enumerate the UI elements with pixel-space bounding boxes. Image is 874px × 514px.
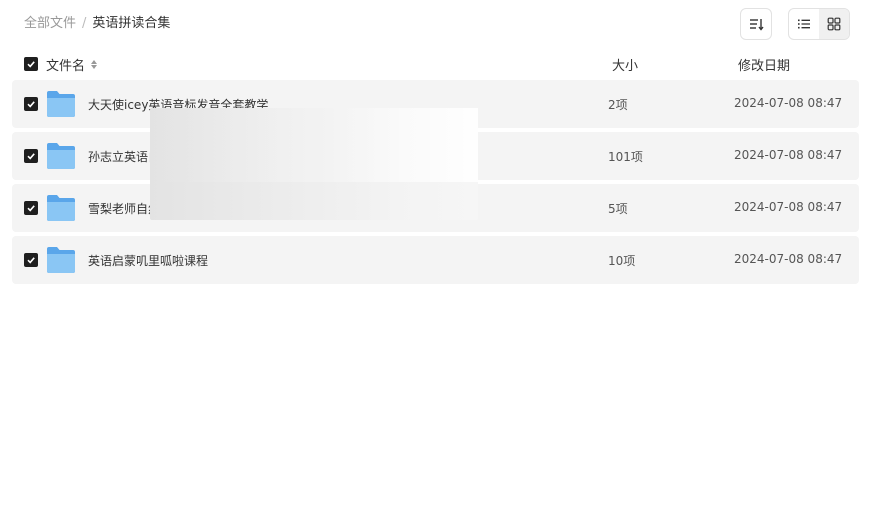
column-header-size: 大小	[612, 59, 639, 74]
file-name[interactable]: 英语启蒙叽里呱啦课程	[88, 252, 208, 269]
select-all-checkbox[interactable]	[24, 57, 38, 71]
grid-view-button[interactable]	[819, 9, 849, 39]
breadcrumb: 全部文件 / 英语拼读合集	[24, 15, 170, 33]
row-checkbox[interactable]	[24, 97, 38, 111]
file-date: 2024-07-08 08:47	[734, 148, 843, 162]
sort-arrows-icon	[91, 60, 98, 69]
blur-overlay	[150, 108, 478, 220]
file-size: 10项	[608, 254, 636, 268]
check-icon	[27, 205, 35, 212]
list-view-icon	[798, 19, 810, 29]
table-row[interactable]: 英语启蒙叽里呱啦课程 10项 2024-07-08 08:47	[12, 236, 859, 284]
sort-button[interactable]	[740, 8, 772, 40]
file-size: 5项	[608, 202, 628, 216]
sort-icon	[750, 19, 764, 31]
folder-icon	[47, 91, 75, 117]
row-checkbox[interactable]	[24, 253, 38, 267]
top-bar: 全部文件 / 英语拼读合集	[0, 0, 874, 48]
row-checkbox[interactable]	[24, 201, 38, 215]
list-view-button[interactable]	[789, 9, 819, 39]
row-checkbox[interactable]	[24, 149, 38, 163]
check-icon	[27, 257, 35, 264]
check-icon	[27, 153, 35, 160]
file-size: 101项	[608, 150, 643, 164]
folder-icon	[47, 195, 75, 221]
breadcrumb-separator: /	[82, 16, 87, 31]
check-icon	[27, 101, 35, 108]
file-browser: 全部文件 / 英语拼读合集 文件名 大小 修改日期 大天使icey英语音标发音全…	[0, 0, 874, 514]
file-date: 2024-07-08 08:47	[734, 96, 843, 110]
folder-icon	[47, 143, 75, 169]
column-header-name[interactable]: 文件名	[46, 55, 98, 74]
folder-icon	[47, 247, 75, 273]
table-header: 文件名 大小 修改日期	[12, 50, 859, 78]
column-header-date: 修改日期	[738, 59, 791, 74]
file-date: 2024-07-08 08:47	[734, 252, 843, 266]
grid-view-icon	[827, 17, 841, 31]
file-date: 2024-07-08 08:47	[734, 200, 843, 214]
column-header-name-label: 文件名	[46, 59, 86, 74]
check-icon	[27, 61, 35, 68]
breadcrumb-current: 英语拼读合集	[92, 16, 171, 31]
blur-highlight	[150, 108, 478, 182]
breadcrumb-root[interactable]: 全部文件	[24, 16, 76, 31]
view-toggle	[788, 8, 850, 40]
file-size: 2项	[608, 98, 628, 112]
